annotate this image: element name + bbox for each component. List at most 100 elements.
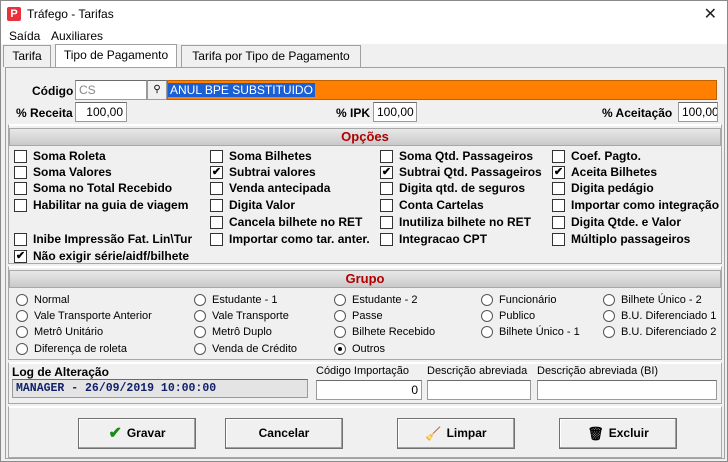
radio-bilhete-unico-2[interactable]: Bilhete Único - 2	[603, 294, 702, 307]
checkbox-coef-pagto-[interactable]: Coef. Pagto.	[552, 150, 641, 164]
radio-outros[interactable]: Outros	[334, 343, 385, 356]
radio-dot[interactable]	[334, 294, 346, 306]
checkbox-soma-valores[interactable]: Soma Valores	[14, 166, 112, 180]
checkbox-habilitar-na-guia-de-viagem[interactable]: Habilitar na guia de viagem	[14, 199, 188, 213]
checkbox-box[interactable]	[380, 199, 393, 212]
radio-dot[interactable]	[16, 310, 28, 322]
checkbox-box[interactable]	[210, 216, 223, 229]
radio-dot[interactable]	[16, 343, 28, 355]
radio-dot[interactable]	[481, 294, 493, 306]
gravar-button[interactable]: ✔ Gravar	[78, 418, 196, 449]
radio-vale-transporte-anterior[interactable]: Vale Transporte Anterior	[16, 310, 152, 323]
descricao-abreviada-bi-input[interactable]	[537, 380, 717, 400]
descricao-abreviada-input[interactable]	[427, 380, 531, 400]
radio-dot[interactable]	[481, 310, 493, 322]
checkbox-cancela-bilhete-no-ret[interactable]: Cancela bilhete no RET	[210, 216, 362, 230]
tab-tarifa-por-tipo[interactable]: Tarifa por Tipo de Pagamento	[181, 45, 361, 67]
checkbox-box[interactable]	[210, 150, 223, 163]
radio-dot[interactable]	[481, 326, 493, 338]
checkbox-digita-qtd-de-seguros[interactable]: Digita qtd. de seguros	[380, 182, 525, 196]
tab-tarifa[interactable]: Tarifa	[3, 45, 51, 67]
radio-dot[interactable]	[16, 294, 28, 306]
checkbox-n-o-exigir-s-rie-aidf-bilhete[interactable]: ✔ Não exigir série/aidf/bilhete	[14, 250, 189, 264]
checkbox-box[interactable]	[380, 182, 393, 195]
radio-dot[interactable]	[603, 326, 615, 338]
checkbox-m-ltiplo-passageiros[interactable]: Múltiplo passageiros	[552, 233, 690, 247]
checkbox-box[interactable]: ✔	[14, 250, 27, 263]
radio-passe[interactable]: Passe	[334, 310, 383, 323]
radio-normal[interactable]: Normal	[16, 294, 69, 307]
checkbox-box[interactable]	[210, 233, 223, 246]
aceitacao-input[interactable]: 100,00	[678, 102, 718, 122]
checkbox-box[interactable]	[210, 182, 223, 195]
codigo-importacao-input[interactable]: 0	[316, 380, 422, 400]
radio-dot[interactable]	[194, 326, 206, 338]
checkbox-box[interactable]	[380, 150, 393, 163]
checkbox-subtrai-qtd-passageiros[interactable]: ✔ Subtrai Qtd. Passageiros	[380, 166, 542, 180]
checkbox-soma-qtd-passageiros[interactable]: Soma Qtd. Passageiros	[380, 150, 533, 164]
radio-dot[interactable]	[194, 294, 206, 306]
menu-saida[interactable]: Saída	[9, 29, 40, 43]
checkbox-soma-no-total-recebido[interactable]: Soma no Total Recebido	[14, 182, 172, 196]
checkbox-soma-roleta[interactable]: Soma Roleta	[14, 150, 106, 164]
checkbox-subtrai-valores[interactable]: ✔ Subtrai valores	[210, 166, 316, 180]
close-icon[interactable]: ✕	[704, 4, 717, 24]
radio-bilhete-unico-1[interactable]: Bilhete Único - 1	[481, 326, 580, 339]
checkbox-digita-valor[interactable]: Digita Valor	[210, 199, 295, 213]
menu-auxiliares[interactable]: Auxiliares	[51, 29, 103, 43]
checkbox-box[interactable]	[552, 233, 565, 246]
checkbox-digita-qtde-e-valor[interactable]: Digita Qtde. e Valor	[552, 216, 681, 230]
radio-diferenca-de-roleta[interactable]: Diferença de roleta	[16, 343, 127, 356]
checkbox-integracao-cpt[interactable]: Integracao CPT	[380, 233, 487, 247]
checkbox-digita-ped-gio[interactable]: Digita pedágio	[552, 182, 654, 196]
ipk-input[interactable]: 100,00	[373, 102, 417, 122]
checkbox-box[interactable]	[14, 182, 27, 195]
radio-dot[interactable]	[194, 310, 206, 322]
checkbox-aceita-bilhetes[interactable]: ✔ Aceita Bilhetes	[552, 166, 657, 180]
radio-dot[interactable]	[334, 310, 346, 322]
checkbox-box[interactable]: ✔	[380, 166, 393, 179]
checkbox-inibe-impress-o-fat-lin-tur[interactable]: Inibe Impressão Fat. Lin\Tur	[14, 233, 192, 247]
radio-vale-transporte[interactable]: Vale Transporte	[194, 310, 289, 323]
checkbox-importar-como-tar-anter-[interactable]: Importar como tar. anter.	[210, 233, 370, 247]
checkbox-box[interactable]	[552, 182, 565, 195]
checkbox-box[interactable]: ✔	[210, 166, 223, 179]
radio-dot[interactable]	[603, 310, 615, 322]
radio-publico[interactable]: Publico	[481, 310, 535, 323]
checkbox-box[interactable]	[380, 233, 393, 246]
radio-dot[interactable]	[16, 326, 28, 338]
radio-venda-de-credito[interactable]: Venda de Crédito	[194, 343, 297, 356]
radio-bilhete-recebido[interactable]: Bilhete Recebido	[334, 326, 435, 339]
radio-b-u-diferenciado-1[interactable]: B.U. Diferenciado 1	[603, 310, 716, 323]
binoculars-icon[interactable]: ⚲	[147, 80, 167, 100]
excluir-button[interactable]: 🗑 Excluir	[559, 418, 677, 449]
descricao-input[interactable]: ANUL BPE SUBSTITUIDO	[167, 80, 717, 100]
checkbox-box[interactable]	[14, 233, 27, 246]
radio-estudante-2[interactable]: Estudante - 2	[334, 294, 417, 307]
radio-dot[interactable]	[334, 343, 346, 355]
checkbox-box[interactable]	[14, 199, 27, 212]
radio-metro-unitario[interactable]: Metrô Unitário	[16, 326, 103, 339]
checkbox-box[interactable]	[552, 216, 565, 229]
radio-b-u-diferenciado-2[interactable]: B.U. Diferenciado 2	[603, 326, 716, 339]
tab-tipo-pagamento[interactable]: Tipo de Pagamento	[55, 44, 177, 68]
codigo-input[interactable]: CS	[75, 80, 147, 100]
checkbox-importar-como-integra-o[interactable]: Importar como integração	[552, 199, 719, 213]
checkbox-box[interactable]	[210, 199, 223, 212]
radio-dot[interactable]	[194, 343, 206, 355]
checkbox-box[interactable]	[380, 216, 393, 229]
checkbox-soma-bilhetes[interactable]: Soma Bilhetes	[210, 150, 312, 164]
checkbox-box[interactable]	[14, 166, 27, 179]
radio-metro-duplo[interactable]: Metrô Duplo	[194, 326, 272, 339]
checkbox-conta-cartelas[interactable]: Conta Cartelas	[380, 199, 484, 213]
checkbox-venda-antecipada[interactable]: Venda antecipada	[210, 182, 330, 196]
radio-funcionario[interactable]: Funcionário	[481, 294, 556, 307]
radio-dot[interactable]	[603, 294, 615, 306]
checkbox-box[interactable]	[552, 150, 565, 163]
receita-input[interactable]: 100,00	[75, 102, 127, 122]
radio-estudante-1[interactable]: Estudante - 1	[194, 294, 277, 307]
checkbox-box[interactable]	[14, 150, 27, 163]
checkbox-inutiliza-bilhete-no-ret[interactable]: Inutiliza bilhete no RET	[380, 216, 531, 230]
limpar-button[interactable]: 🧹 Limpar	[397, 418, 515, 449]
checkbox-box[interactable]: ✔	[552, 166, 565, 179]
